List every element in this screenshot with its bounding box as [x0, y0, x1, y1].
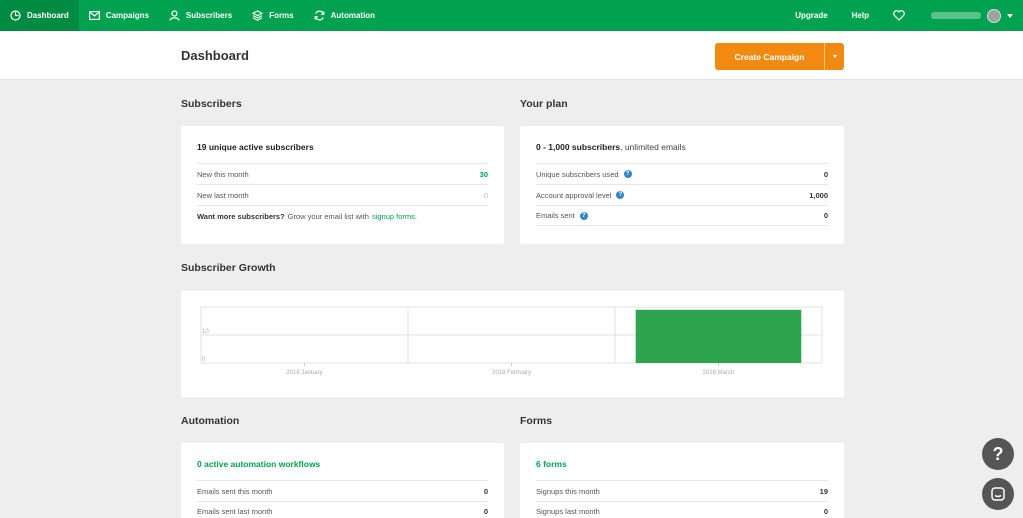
table-row: Emails sent? 0 [536, 205, 828, 226]
forms-card: 6 forms Signups this month 19 Signups la… [520, 443, 844, 518]
question-icon: ? [992, 443, 1004, 464]
row-label: Unique subscribers used [536, 169, 619, 179]
table-row: Unique subscribers used? 0 [536, 163, 828, 184]
avatar [987, 8, 1001, 23]
plan-section-title: Your plan [520, 98, 568, 110]
help-link[interactable]: Help [840, 0, 881, 31]
nav-right: Upgrade Help [783, 0, 1023, 31]
row-label: Signups this month [536, 486, 600, 496]
table-row: Emails sent last month 0 [197, 501, 488, 518]
question-icon[interactable]: ? [579, 211, 588, 220]
automation-card: 0 active automation workflows Emails sen… [181, 443, 504, 518]
row-label: New last month [197, 190, 249, 200]
chat-float-button[interactable] [982, 478, 1014, 510]
row-value: 1,000 [809, 190, 828, 200]
table-row: New this month 30 [197, 163, 488, 184]
row-value: 0 [483, 486, 488, 496]
user-icon [169, 10, 180, 21]
row-label: Signups last month [536, 507, 600, 516]
nav-subscribers-label: Subscribers [185, 11, 233, 20]
question-icon[interactable]: ? [616, 191, 625, 199]
plan-headline: 0 - 1,000 subscribers, unlimited emails [520, 126, 844, 163]
growth-section-title: Subscriber Growth [181, 262, 276, 274]
subscribers-note: Want more subscribers? Grow your email l… [197, 205, 488, 226]
nav-campaigns-label: Campaigns [105, 11, 149, 20]
subscribers-headline: 19 unique active subscribers [197, 142, 314, 152]
chevron-down-icon [1007, 13, 1013, 18]
favorites-button[interactable] [881, 0, 923, 31]
create-campaign-dropdown[interactable] [824, 43, 844, 70]
row-label: New this month [197, 169, 249, 179]
create-campaign-button-group: Create Campaign [715, 43, 844, 70]
dashboard-icon [10, 10, 21, 21]
table-row: Signups last month 0 [536, 501, 828, 518]
y-tick-label: 0 [202, 357, 206, 363]
row-value: 0 [823, 169, 828, 179]
create-campaign-button[interactable]: Create Campaign [715, 43, 824, 70]
nav-forms-label: Forms [269, 11, 294, 20]
table-row: Signups this month 19 [536, 480, 828, 501]
table-row: New last month 0 [197, 184, 488, 205]
envelope-icon [88, 11, 100, 20]
plan-card: 0 - 1,000 subscribers, unlimited emails … [520, 126, 844, 244]
subscribers-card: 19 unique active subscribers New this mo… [181, 126, 504, 244]
table-row: Emails sent this month 0 [197, 480, 488, 501]
row-value: 30 [479, 169, 488, 179]
row-value: 0 [823, 211, 828, 220]
y-tick-label: 10 [202, 329, 209, 335]
growth-chart: 0 10 2018 January 2018 February 2018 March [200, 306, 823, 376]
note-text: Grow your email list with [287, 211, 369, 221]
x-tick-label: 2018 January [286, 370, 322, 376]
automation-section-title: Automation [181, 415, 240, 427]
page-title: Dashboard [181, 48, 249, 63]
row-label: Emails sent [536, 211, 575, 220]
chevron-down-icon [832, 55, 837, 58]
subscribers-section-title: Subscribers [181, 98, 242, 110]
nav-dashboard-label: Dashboard [27, 11, 69, 20]
heart-icon [893, 10, 905, 21]
plan-headline-rest: , unlimited emails [620, 142, 686, 152]
row-label: Account approval level [536, 190, 612, 200]
row-value: 0 [483, 507, 488, 516]
upgrade-link[interactable]: Upgrade [783, 0, 839, 31]
note-bold: Want more subscribers? [197, 211, 285, 221]
row-value: 19 [819, 486, 828, 496]
row-label: Emails sent last month [197, 507, 273, 516]
layers-icon [252, 10, 264, 21]
row-value: 0 [483, 190, 488, 200]
account-name-blurred [931, 12, 981, 19]
nav-campaigns[interactable]: Campaigns [79, 0, 159, 31]
chart-bar [635, 309, 802, 363]
row-label: Emails sent this month [197, 486, 273, 496]
plan-headline-bold: 0 - 1,000 subscribers [536, 142, 621, 152]
x-tick-label: 2018 February [492, 370, 531, 376]
nav-forms[interactable]: Forms [242, 0, 303, 31]
nav-automation-label: Automation [330, 11, 376, 20]
page-header: Dashboard Create Campaign [0, 31, 1023, 80]
nav-subscribers[interactable]: Subscribers [159, 0, 242, 31]
forms-section-title: Forms [520, 415, 553, 427]
row-value: 0 [823, 507, 828, 516]
forms-headline[interactable]: 6 forms [520, 443, 844, 480]
nav-dashboard[interactable]: Dashboard [0, 0, 79, 31]
top-navigation: Dashboard Campaigns Subscribers Forms Au… [0, 0, 1023, 31]
signup-forms-link[interactable]: signup forms [372, 212, 415, 221]
help-float-button[interactable]: ? [982, 438, 1014, 470]
question-icon[interactable]: ? [623, 170, 632, 178]
note-end: . [414, 211, 417, 221]
account-menu[interactable] [923, 0, 1023, 31]
nav-automation[interactable]: Automation [304, 0, 385, 31]
table-row: Account approval level? 1,000 [536, 184, 828, 205]
refresh-icon [314, 10, 325, 21]
growth-chart-card: 0 10 2018 January 2018 February 2018 March [181, 291, 844, 397]
x-tick-label: 2018 March [703, 370, 735, 376]
automation-headline[interactable]: 0 active automation workflows [181, 443, 504, 480]
chat-icon [991, 487, 1005, 501]
